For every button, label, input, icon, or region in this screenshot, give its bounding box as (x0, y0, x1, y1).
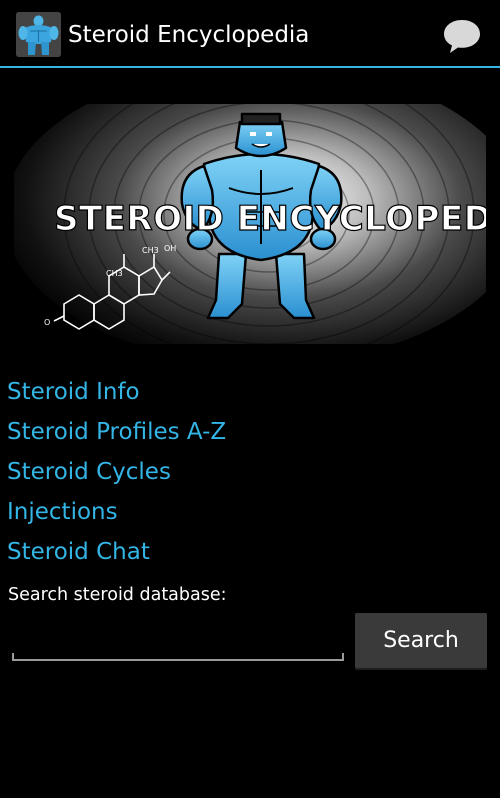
main-menu: Steroid Info Steroid Profiles A-Z Steroi… (7, 372, 226, 572)
menu-item-steroid-profiles[interactable]: Steroid Profiles A-Z (7, 412, 226, 452)
chat-bubble-icon[interactable] (440, 16, 484, 56)
menu-item-steroid-cycles[interactable]: Steroid Cycles (7, 452, 226, 492)
molecule-label-ch3-top: CH3 (142, 246, 159, 255)
action-bar-divider (0, 66, 500, 68)
search-input-tick-right (342, 653, 344, 661)
search-button[interactable]: Search (355, 613, 487, 668)
molecule-label-o: O (44, 318, 50, 327)
banner-image: STEROID ENCYCLOPEDIA OH CH3 CH3 O (14, 104, 486, 344)
menu-item-injections[interactable]: Injections (7, 492, 226, 532)
search-input-underline (12, 659, 344, 661)
search-input[interactable] (12, 616, 344, 662)
menu-item-steroid-info[interactable]: Steroid Info (7, 372, 226, 412)
banner-title: STEROID ENCYCLOPEDIA (54, 199, 486, 239)
app-title: Steroid Encyclopedia (68, 22, 310, 48)
search-input-tick-left (12, 653, 14, 661)
banner-graphic: STEROID ENCYCLOPEDIA OH CH3 CH3 O (14, 104, 486, 344)
molecule-label-oh: OH (164, 244, 176, 253)
molecule-label-ch3-mid: CH3 (106, 269, 123, 278)
bodybuilder-icon[interactable] (16, 12, 61, 57)
screen: Steroid Encyclopedia STEROID ENCYCLOPEDI… (0, 0, 500, 798)
menu-item-steroid-chat[interactable]: Steroid Chat (7, 532, 226, 572)
search-label: Search steroid database: (8, 585, 227, 605)
action-bar: Steroid Encyclopedia (0, 0, 500, 68)
